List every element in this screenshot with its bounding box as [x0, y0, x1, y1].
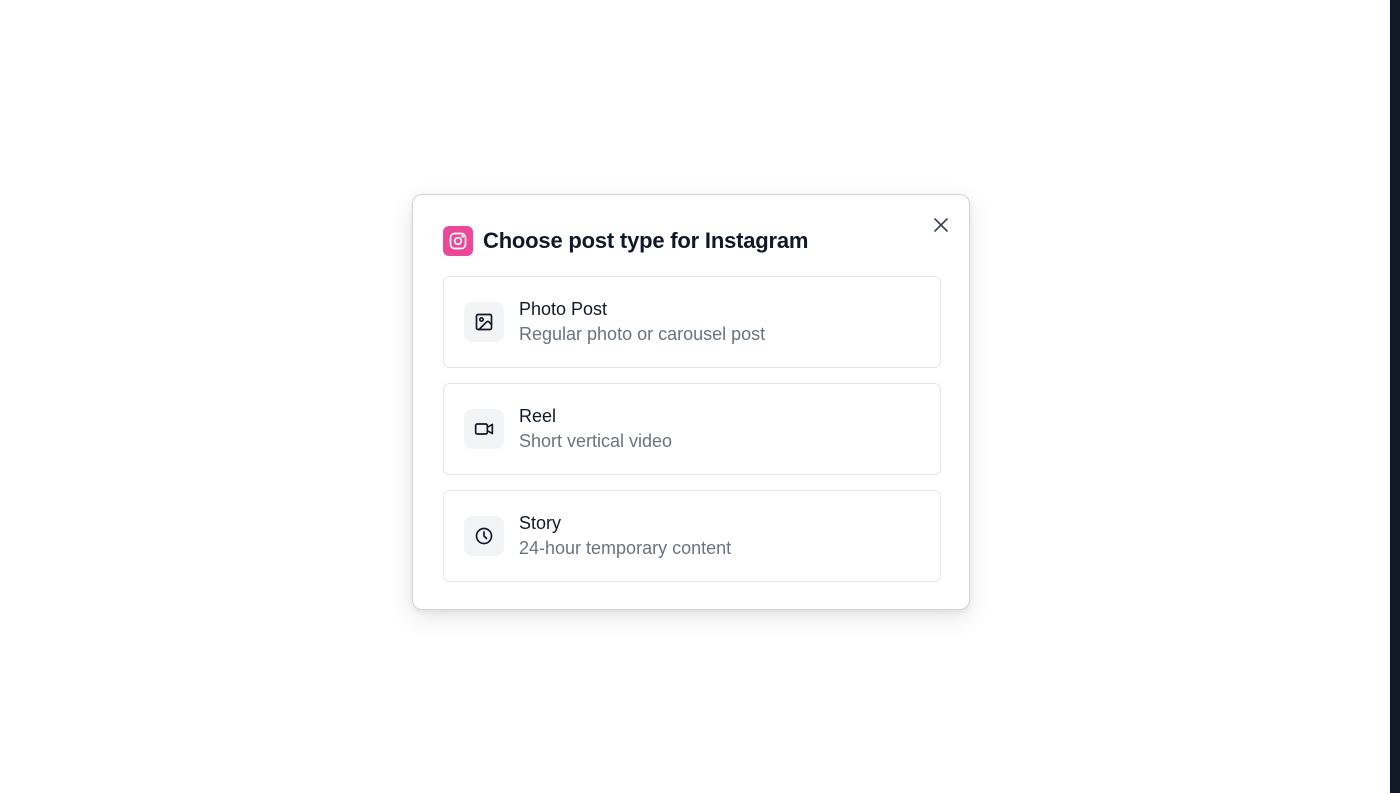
video-icon — [464, 409, 504, 449]
option-description: 24-hour temporary content — [519, 538, 732, 558]
option-description: Short vertical video — [519, 431, 673, 451]
close-button[interactable] — [931, 215, 951, 235]
option-label: Reel — [519, 406, 557, 426]
option-label: Story — [519, 513, 562, 533]
image-icon — [464, 302, 504, 342]
close-icon — [934, 218, 948, 232]
dialog-title: Choose post type for Instagram — [483, 227, 809, 253]
clock-icon — [464, 516, 504, 556]
option-photo-post[interactable]: Photo Post Regular photo or carousel pos… — [443, 276, 941, 368]
option-description: Regular photo or carousel post — [519, 324, 766, 344]
dialog-header: Choose post type for Instagram — [443, 225, 808, 256]
option-label: Photo Post — [519, 299, 608, 319]
post-type-dialog: Choose post type for Instagram Photo Pos… — [412, 194, 970, 610]
instagram-icon — [443, 225, 473, 256]
option-reel[interactable]: Reel Short vertical video — [443, 383, 941, 475]
window-edge — [1390, 0, 1400, 793]
option-story[interactable]: Story 24-hour temporary content — [443, 490, 941, 582]
